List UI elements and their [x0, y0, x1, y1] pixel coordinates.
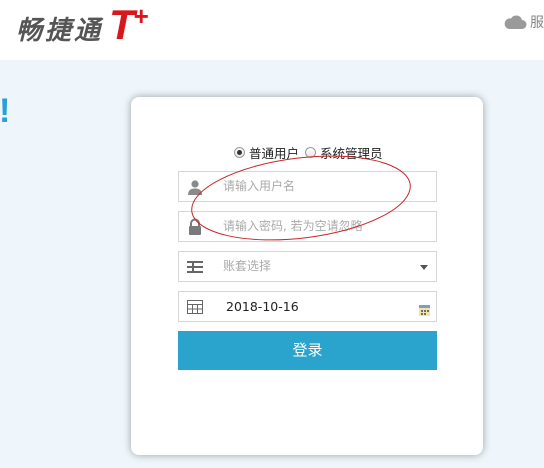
- role-normal-user-label: 普通用户: [249, 146, 300, 161]
- role-admin-label: 系统管理员: [320, 146, 383, 161]
- username-placeholder: 请输入用户名: [223, 179, 296, 193]
- date-field[interactable]: 2018-10-16: [178, 291, 437, 322]
- logo-text: 畅捷通: [16, 15, 104, 46]
- service-label: 服: [530, 15, 544, 31]
- login-panel: 普通用户 系统管理员 请输入用户名 请输入密码, 若为空请忽略 账套选择 201…: [131, 97, 483, 455]
- logo-mark: T: [109, 1, 135, 48]
- role-normal-user-radio[interactable]: 普通用户: [234, 143, 299, 162]
- account-placeholder: 账套选择: [223, 259, 272, 273]
- password-field[interactable]: 请输入密码, 若为空请忽略: [178, 211, 437, 242]
- calendar-icon: [179, 292, 210, 321]
- date-value: 2018-10-16: [226, 299, 299, 314]
- password-placeholder: 请输入密码, 若为空请忽略: [223, 219, 363, 233]
- radio-checked-indicator: [234, 147, 245, 158]
- service-link[interactable]: 服: [503, 12, 544, 32]
- welcome-exclaim: !: [0, 92, 11, 130]
- role-selector: 普通用户 系统管理员: [234, 143, 389, 162]
- logo-plus: +: [133, 0, 149, 31]
- header-bar: 畅捷通 T + 服: [0, 0, 544, 60]
- list-icon: [179, 252, 210, 281]
- user-icon: [179, 172, 210, 201]
- login-button[interactable]: 登录: [178, 331, 437, 370]
- username-field[interactable]: 请输入用户名: [178, 171, 437, 202]
- chanjet-logo: 畅捷通 T +: [16, 1, 149, 48]
- date-picker-icon[interactable]: [419, 301, 430, 320]
- radio-unchecked-indicator: [305, 147, 317, 158]
- role-admin-radio[interactable]: 系统管理员: [305, 143, 383, 162]
- chevron-down-icon: [420, 265, 428, 270]
- lock-icon: [179, 212, 210, 241]
- account-select[interactable]: 账套选择: [178, 251, 437, 282]
- cloud-icon: [504, 15, 527, 29]
